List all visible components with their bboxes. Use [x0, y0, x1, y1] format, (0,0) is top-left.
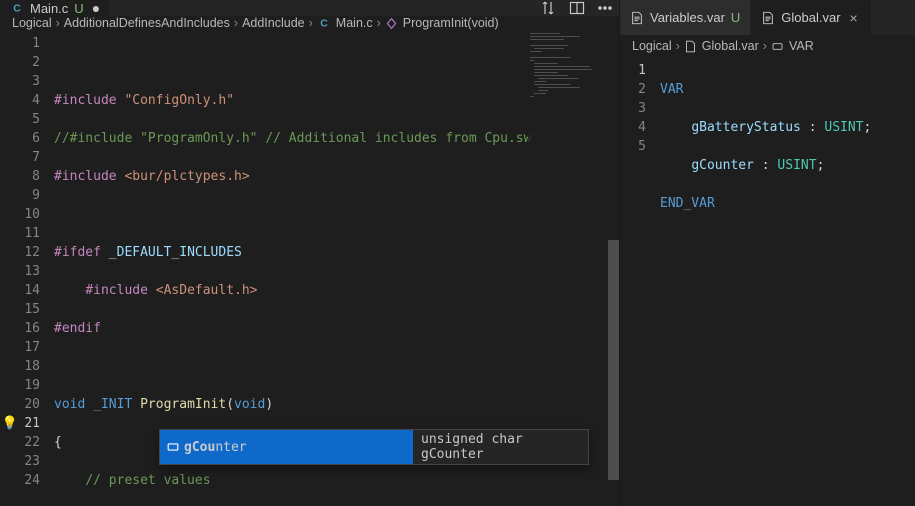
symbol-icon: [771, 40, 784, 53]
tab-bar-left: C Main.c U ●: [0, 0, 619, 16]
breadcrumbs-right: Logical › Global.var › VAR: [620, 35, 915, 57]
tab-label: Global.var: [781, 10, 840, 25]
breadcrumb[interactable]: Global.var: [684, 39, 759, 53]
dirty-dot-icon: ●: [92, 0, 100, 16]
tab-label: Main.c: [30, 1, 68, 16]
file-lines-icon: [684, 40, 697, 53]
tab-global-var[interactable]: Global.var ×: [751, 0, 871, 35]
glyph-margin: 💡: [0, 30, 20, 506]
close-icon[interactable]: ×: [847, 11, 861, 25]
code-editor-right[interactable]: 12345 VAR gBatteryStatus : USINT; gCount…: [620, 57, 915, 506]
svg-text:C: C: [320, 18, 328, 30]
line-numbers: 123456789 101112131415161718 19202122232…: [20, 30, 54, 506]
breadcrumb[interactable]: ProgramInit(void): [385, 16, 499, 30]
suggest-rest: nter: [215, 440, 246, 455]
modified-status: U: [74, 1, 83, 16]
tab-label: Variables.var: [650, 10, 725, 25]
breadcrumb[interactable]: Logical: [12, 16, 52, 30]
modified-status: U: [731, 10, 740, 25]
breadcrumb[interactable]: VAR: [771, 39, 814, 53]
line-numbers: 12345: [620, 57, 660, 506]
chevron-right-icon: ›: [377, 16, 381, 30]
c-file-icon: C: [317, 16, 331, 30]
more-actions-icon[interactable]: [591, 0, 619, 16]
breadcrumb[interactable]: AdditionalDefinesAndIncludes: [64, 16, 230, 30]
chevron-right-icon: ›: [309, 16, 313, 30]
suggest-detail: unsigned char gCounter: [421, 432, 580, 462]
file-lines-icon: [630, 11, 644, 25]
breadcrumbs-left: Logical › AdditionalDefinesAndIncludes › A…: [0, 16, 619, 30]
svg-text:C: C: [13, 3, 21, 15]
tab-bar-right: Variables.var U Global.var ×: [620, 0, 915, 35]
chevron-right-icon: ›: [763, 39, 767, 53]
symbol-variable-icon: [166, 440, 180, 454]
tab-main-c[interactable]: C Main.c U ●: [0, 0, 111, 16]
breadcrumb[interactable]: AddInclude: [242, 16, 305, 30]
tab-variables-var[interactable]: Variables.var U: [620, 0, 751, 35]
suggest-match: gCou: [184, 440, 215, 455]
intellisense-popup[interactable]: gCounter unsigned char gCounter: [159, 429, 589, 465]
vertical-scrollbar[interactable]: [608, 30, 619, 506]
c-file-icon: C: [10, 1, 24, 15]
split-editor-icon[interactable]: [563, 0, 591, 16]
lightbulb-icon[interactable]: 💡: [0, 414, 20, 433]
func-icon: [385, 17, 398, 30]
scrollbar-thumb[interactable]: [608, 240, 619, 480]
breadcrumb[interactable]: CMain.c: [317, 16, 373, 30]
chevron-right-icon: ›: [56, 16, 60, 30]
chevron-right-icon: ›: [676, 39, 680, 53]
chevron-right-icon: ›: [234, 16, 238, 30]
code-content[interactable]: VAR gBatteryStatus : USINT; gCounter : U…: [660, 57, 915, 506]
file-lines-icon: [761, 11, 775, 25]
breadcrumb[interactable]: Logical: [632, 39, 672, 53]
compare-changes-icon[interactable]: [535, 0, 563, 16]
